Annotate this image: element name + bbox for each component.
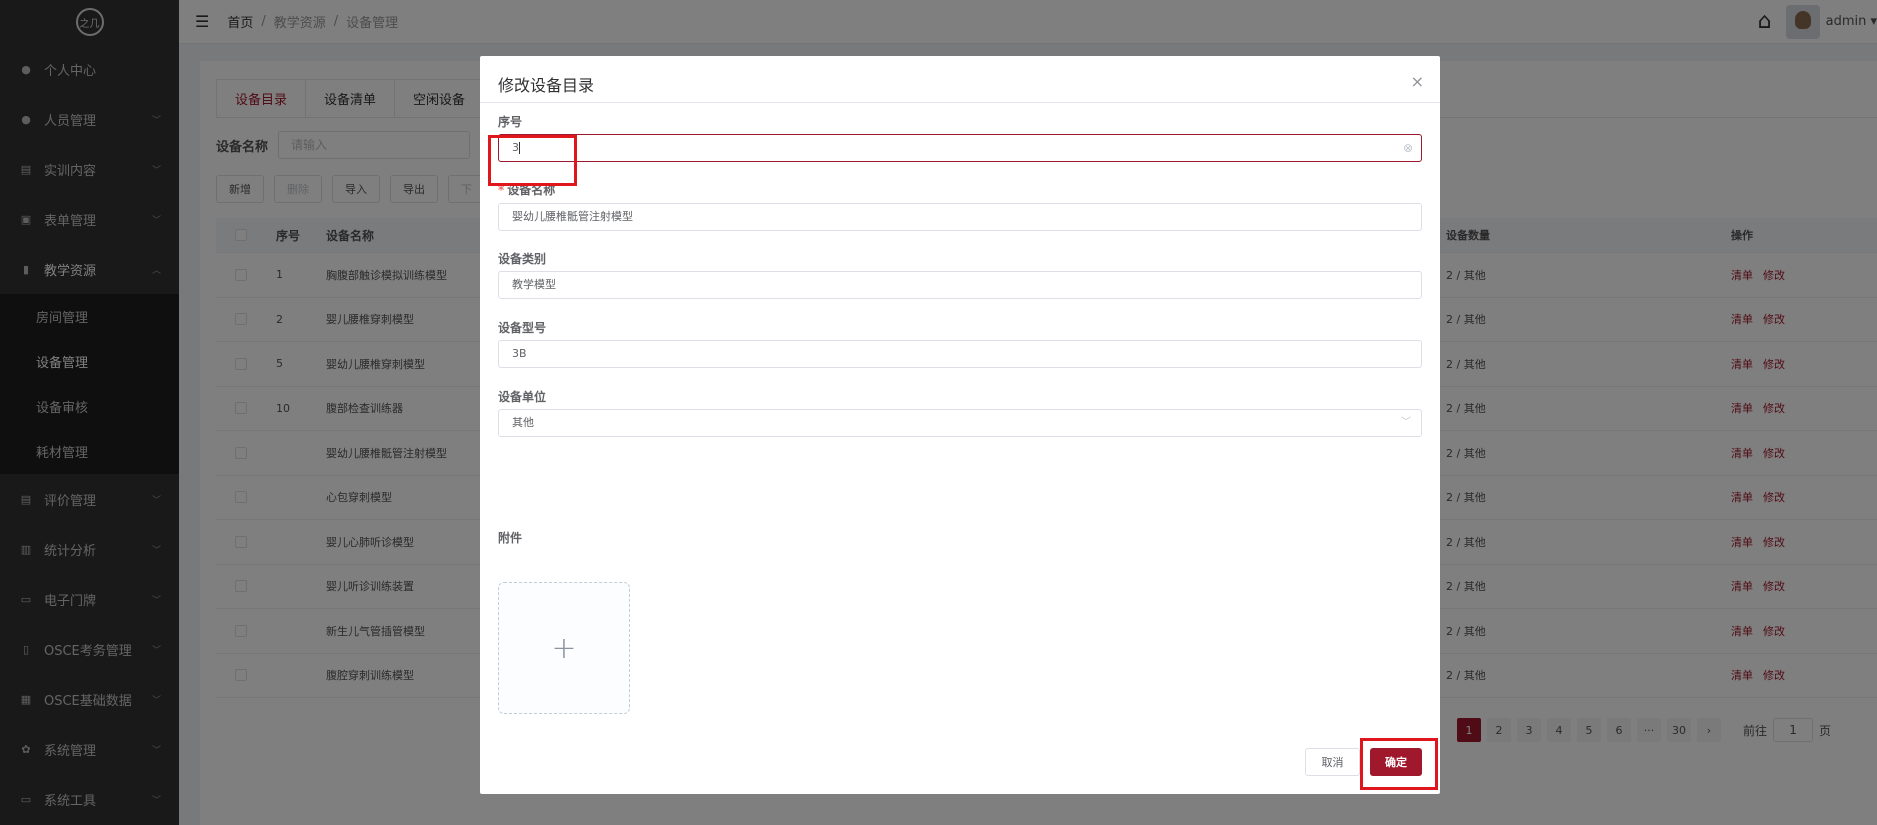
chevron-down-icon: ﹀ (1401, 417, 1411, 428)
field-label: 设备类别 (498, 252, 547, 266)
field-label: 设备单位 (498, 390, 547, 404)
edit-device-dialog: 修改设备目录 × 序号 3 ⊗ * 设备名称 婴幼儿腰椎骶管注射模型 设备类别 教学模型 设备型… (480, 56, 1440, 794)
dialog-title: 修改设备目录 (498, 76, 595, 95)
cancel-button[interactable]: 取消 (1305, 748, 1360, 776)
field-value: 其他 (512, 416, 534, 429)
field-input[interactable]: 3B (498, 340, 1422, 368)
field-value: 教学模型 (512, 278, 556, 291)
field-input[interactable]: 3 ⊗ (498, 134, 1422, 162)
field-value: 3 (512, 141, 519, 154)
field-value: 婴幼儿腰椎骶管注射模型 (512, 210, 633, 223)
field-label: * 设备名称 (498, 183, 556, 197)
field-input[interactable]: 婴幼儿腰椎骶管注射模型 (498, 203, 1422, 231)
attachment-label: 附件 (498, 531, 523, 545)
unit-select[interactable]: 其他 ﹀ (498, 409, 1422, 437)
field-label: 设备型号 (498, 321, 547, 335)
close-icon[interactable]: × (1411, 72, 1424, 91)
text-cursor (519, 142, 520, 154)
upload-plus-icon[interactable]: + (498, 582, 630, 714)
clear-icon[interactable]: ⊗ (1403, 135, 1413, 161)
confirm-button[interactable]: 确定 (1370, 748, 1422, 776)
dialog-divider (480, 102, 1440, 103)
field-value: 3B (512, 347, 527, 360)
field-label: 序号 (498, 115, 523, 129)
field-input[interactable]: 教学模型 (498, 271, 1422, 299)
